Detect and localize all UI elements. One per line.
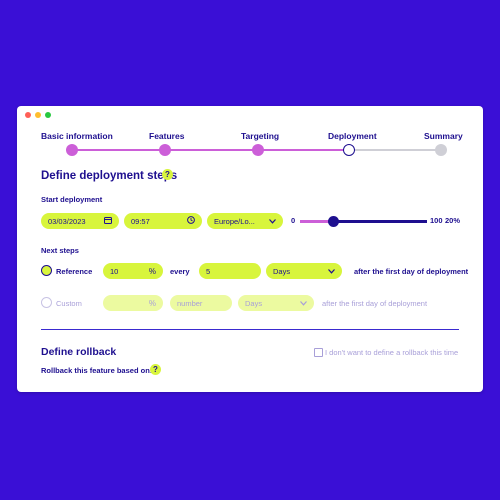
custom-percent-sign: % (148, 298, 156, 308)
chevron-down-icon (328, 267, 335, 276)
chevron-down-icon (300, 299, 307, 308)
custom-number-input[interactable]: number (170, 295, 232, 311)
start-date-input[interactable]: 03/03/2023 (41, 213, 119, 229)
reference-percent-input[interactable]: 10 % (103, 263, 163, 279)
step-label-deployment[interactable]: Deployment (328, 131, 377, 141)
timezone-value: Europe/Lo... (214, 216, 255, 226)
start-date-value: 03/03/2023 (48, 216, 86, 226)
skip-rollback-checkbox[interactable] (314, 348, 323, 357)
reference-percent-value: 10 (110, 266, 119, 276)
step-label-summary[interactable]: Summary (424, 131, 463, 141)
window-controls (25, 112, 51, 118)
step-label-features[interactable]: Features (149, 131, 184, 141)
reference-suffix: after the first day of deployment (354, 267, 469, 276)
every-label: every (170, 267, 190, 276)
custom-radio[interactable] (41, 297, 52, 308)
rollback-based-on-label: Rollback this feature based on: (41, 366, 153, 375)
reference-unit-select[interactable]: Days (266, 263, 342, 279)
step-node-basic-information[interactable] (66, 144, 78, 156)
next-steps-label: Next steps (41, 246, 79, 255)
step-node-targeting[interactable] (252, 144, 264, 156)
timezone-select[interactable]: Europe/Lo... (207, 213, 283, 229)
reference-number-value: 5 (206, 266, 211, 276)
reference-radio[interactable] (41, 265, 52, 276)
step-label-basic-information[interactable]: Basic information (41, 131, 113, 141)
start-time-input[interactable]: 09:57 (124, 213, 202, 229)
step-node-summary[interactable] (435, 144, 447, 156)
slider-track[interactable] (335, 220, 427, 223)
stepper-remaining-line (349, 149, 441, 151)
rollback-help-icon[interactable]: ? (150, 364, 161, 375)
start-time-value: 09:57 (131, 216, 150, 226)
slider-handle[interactable] (328, 216, 339, 227)
calendar-icon[interactable] (104, 216, 112, 226)
custom-label[interactable]: Custom (56, 299, 82, 308)
maximize-dot[interactable] (45, 112, 51, 118)
custom-percent-input[interactable]: % (103, 295, 163, 311)
slider-min-label: 0 (291, 216, 296, 225)
custom-unit-value: Days (245, 298, 263, 308)
app-window: Basic information Features Targeting Dep… (17, 106, 483, 392)
slider-max-label: 100 (430, 216, 443, 225)
section-divider (41, 329, 459, 330)
chevron-down-icon (269, 217, 276, 226)
custom-number-placeholder: number (177, 298, 203, 308)
stepper-progress-line (71, 149, 349, 151)
step-label-targeting[interactable]: Targeting (241, 131, 279, 141)
deployment-help-icon[interactable]: ? (162, 169, 173, 180)
deployment-title: Define deployment steps (41, 170, 178, 182)
custom-unit-select[interactable]: Days (238, 295, 314, 311)
reference-number-input[interactable]: 5 (199, 263, 261, 279)
reference-unit-value: Days (273, 266, 291, 276)
skip-rollback-label[interactable]: I don't want to define a rollback this t… (325, 348, 458, 357)
minimize-dot[interactable] (35, 112, 41, 118)
reference-percent-sign: % (148, 266, 156, 276)
slider-value-label: 20% (445, 216, 461, 225)
step-node-deployment[interactable] (343, 144, 355, 156)
start-deployment-label: Start deployment (41, 195, 103, 204)
close-dot[interactable] (25, 112, 31, 118)
custom-suffix: after the first day of deployment (322, 299, 428, 308)
reference-label[interactable]: Reference (56, 267, 92, 276)
rollback-title: Define rollback (41, 346, 117, 358)
step-node-features[interactable] (159, 144, 171, 156)
clock-icon[interactable] (187, 216, 195, 226)
